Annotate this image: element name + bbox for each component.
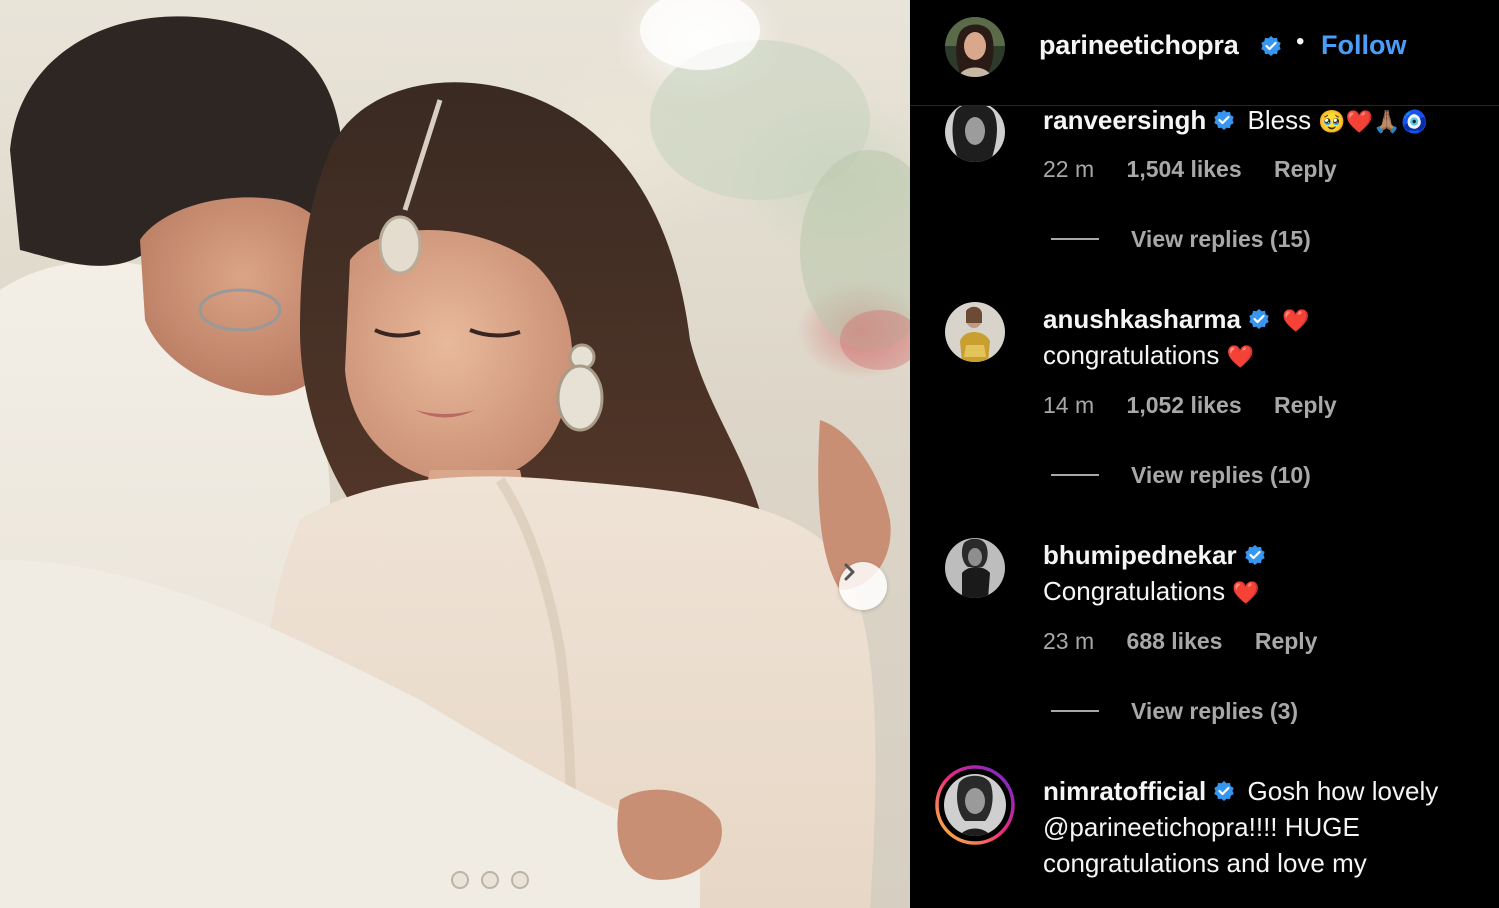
comment-time: 14 m — [1043, 392, 1095, 418]
comments-panel: parineetichopra • Follow ranveersingh Bl… — [910, 0, 1499, 908]
commenter-avatar-story-ring[interactable] — [935, 765, 1015, 845]
comment-likes[interactable]: 1,052 likes — [1127, 392, 1242, 419]
view-replies-button[interactable]: View replies (10) — [1051, 462, 1311, 489]
comment-text-line: @parineetichopra!!!! HUGE — [1043, 809, 1360, 845]
view-replies-label: View replies (15) — [1131, 226, 1311, 252]
commenter-avatar[interactable] — [944, 101, 1006, 163]
comment-time: 22 m — [1043, 156, 1095, 182]
comment-text-line: nimratofficial Gosh how lovely — [1043, 773, 1438, 809]
commenter-username[interactable]: nimratofficial — [1043, 776, 1206, 806]
verified-badge-icon — [1214, 110, 1234, 131]
comment-text-line: anushkasharma ❤️ — [1043, 301, 1310, 340]
comment-body: congratulations — [1043, 340, 1220, 370]
comment-emojis: 🥹❤️🙏🏽🧿 — [1318, 110, 1428, 135]
comment-emojis: ❤️ — [1282, 309, 1310, 334]
reply-button[interactable]: Reply — [1255, 628, 1318, 655]
comment-body: Congratulations — [1043, 576, 1226, 606]
post-photo[interactable] — [0, 0, 910, 908]
comment-body: Bless — [1247, 105, 1312, 135]
comment-meta: 22 m 1,504 likes Reply — [1043, 156, 1337, 183]
commenter-username[interactable]: bhumipednekar — [1043, 540, 1237, 570]
post-header: parineetichopra • Follow — [910, 0, 1499, 106]
reply-button[interactable]: Reply — [1274, 392, 1337, 419]
replies-dash — [1051, 709, 1099, 712]
comment-body: Gosh how lovely — [1247, 776, 1439, 806]
view-replies-label: View replies (3) — [1131, 698, 1299, 724]
comment-text-line: bhumipednekar — [1043, 537, 1271, 573]
comment-emojis: ❤️ — [1226, 345, 1254, 370]
header-separator: • — [1296, 28, 1305, 55]
comment-likes[interactable]: 1,504 likes — [1127, 156, 1242, 183]
verified-badge-icon — [1244, 545, 1265, 566]
view-replies-button[interactable]: View replies (3) — [1051, 698, 1298, 725]
replies-dash — [1051, 473, 1099, 476]
comment-likes[interactable]: 688 likes — [1127, 628, 1223, 655]
comment-meta: 23 m 688 likes Reply — [1043, 628, 1317, 655]
replies-dash — [1051, 237, 1099, 240]
verified-badge-icon — [1261, 36, 1281, 56]
comment-body: @parineetichopra!!!! HUGE — [1043, 812, 1360, 842]
comment-text-line: ranveersingh Bless 🥹❤️🙏🏽🧿 — [1043, 102, 1428, 141]
post-author-username[interactable]: parineetichopra — [1039, 30, 1239, 61]
comment-body: congratulations and love my — [1043, 848, 1367, 878]
chevron-right-icon — [844, 563, 855, 581]
reply-button[interactable]: Reply — [1274, 156, 1337, 183]
commenter-avatar[interactable] — [944, 301, 1006, 363]
commenter-avatar[interactable] — [944, 537, 1006, 599]
follow-button[interactable]: Follow — [1321, 30, 1406, 61]
verified-badge-icon — [1214, 781, 1234, 802]
view-replies-label: View replies (10) — [1131, 462, 1311, 488]
commenter-username[interactable]: anushkasharma — [1043, 304, 1241, 334]
couple-photo-illustration — [0, 0, 910, 908]
verified-badge-icon — [1249, 309, 1269, 330]
next-image-button[interactable] — [839, 562, 887, 610]
comment-text-line: congratulations and love my — [1043, 845, 1367, 881]
comment-text-line: congratulations ❤️ — [1043, 337, 1254, 376]
post-author-avatar[interactable] — [944, 16, 1006, 78]
comment-time: 23 m — [1043, 628, 1095, 654]
view-replies-button[interactable]: View replies (15) — [1051, 226, 1311, 253]
comment-meta: 14 m 1,052 likes Reply — [1043, 392, 1337, 419]
comment-emojis: ❤️ — [1232, 581, 1260, 606]
commenter-username[interactable]: ranveersingh — [1043, 105, 1206, 135]
comment-text-line: Congratulations ❤️ — [1043, 573, 1260, 612]
